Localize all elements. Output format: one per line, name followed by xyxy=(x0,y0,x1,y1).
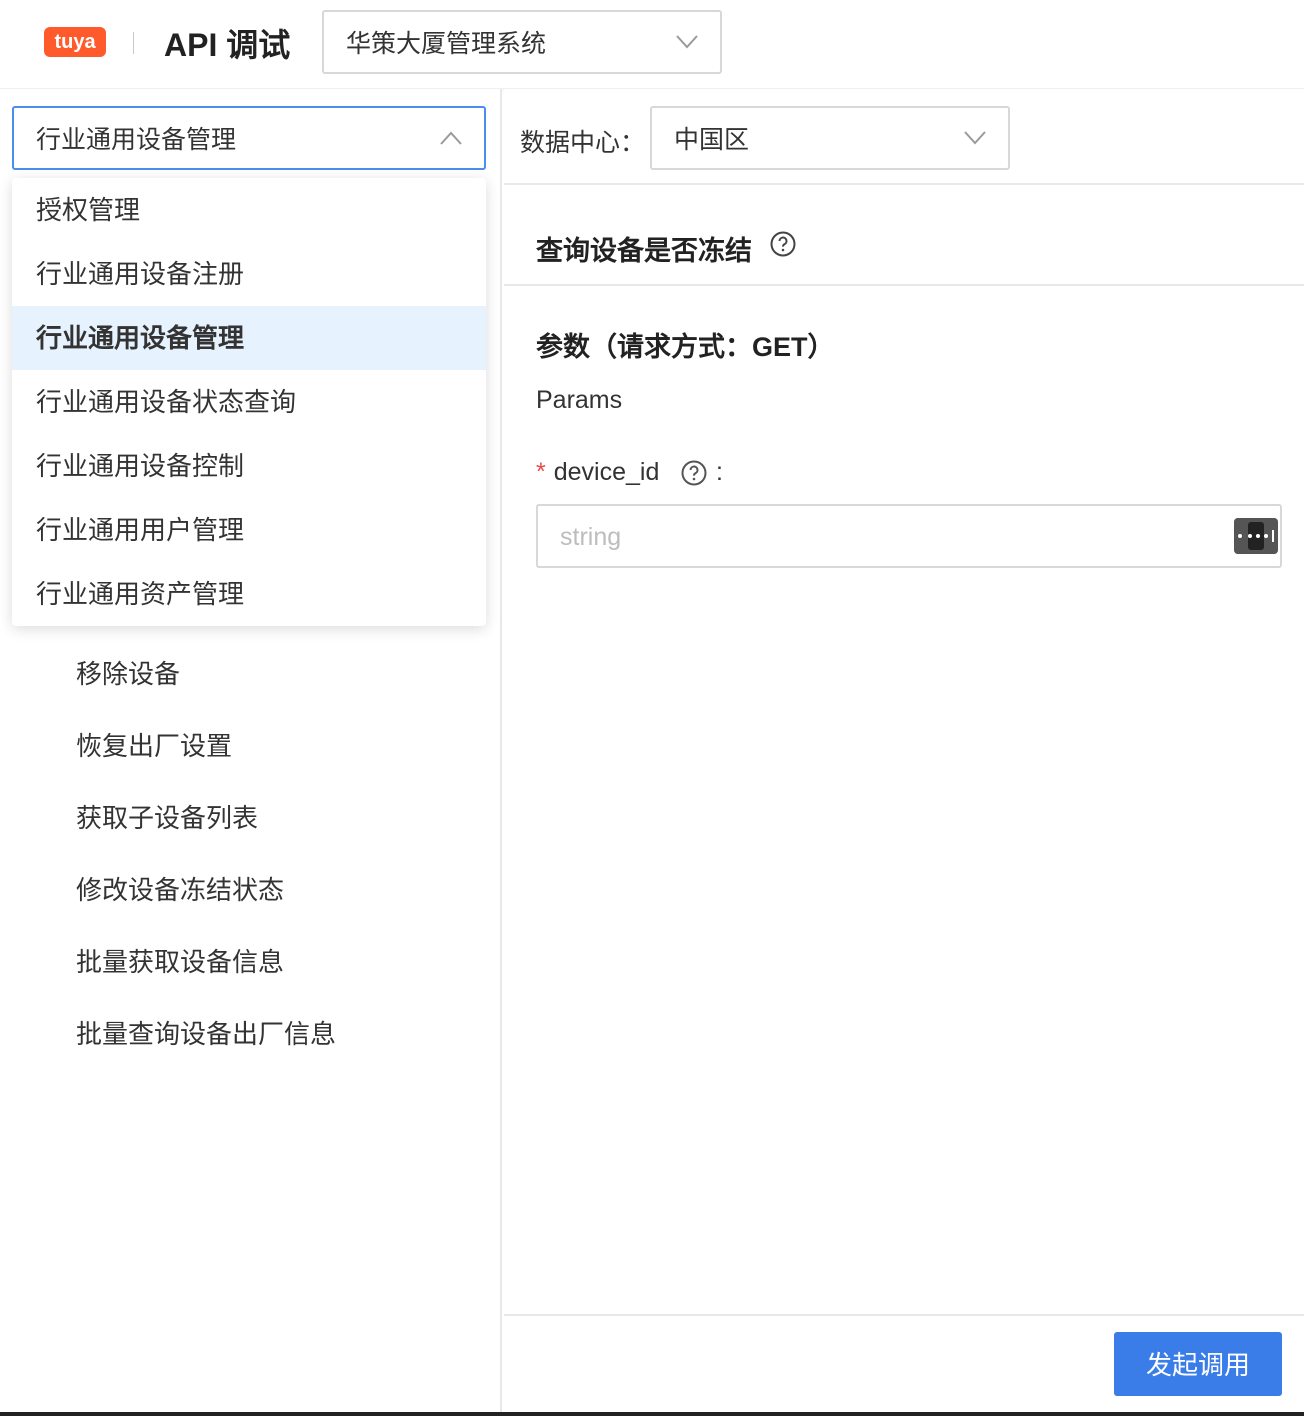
top-header: tuya API 调试 华策大厦管理系统 xyxy=(0,0,1304,89)
dropdown-option[interactable]: 行业通用资产管理 xyxy=(12,562,486,626)
page-title: API 调试 xyxy=(164,27,291,63)
dropdown-option-selected[interactable]: 行业通用设备管理 xyxy=(12,306,486,370)
tuya-logo[interactable]: tuya xyxy=(44,27,106,57)
main-panel: 数据中心： 中国区 查询设备是否冻结 参数（请求方式：GET） Params *… xyxy=(504,89,1304,1416)
field-name: device_id xyxy=(553,458,660,486)
header-divider xyxy=(133,32,134,54)
dropdown-option[interactable]: 行业通用设备状态查询 xyxy=(12,370,486,434)
project-select-value: 华策大厦管理系统 xyxy=(346,30,547,58)
data-center-bar: 数据中心： 中国区 xyxy=(504,89,1304,185)
data-center-label: 数据中心： xyxy=(520,129,646,157)
field-label-device-id: * device_id xyxy=(536,458,659,487)
dropdown-option[interactable]: 行业通用用户管理 xyxy=(12,498,486,562)
window-bottom-edge xyxy=(0,1412,1304,1416)
project-select[interactable]: 华策大厦管理系统 xyxy=(322,10,722,74)
api-list-item[interactable]: 修改设备冻结状态 xyxy=(76,870,284,907)
required-mark: * xyxy=(536,458,546,486)
help-circle-icon[interactable] xyxy=(770,231,796,257)
help-circle-icon[interactable] xyxy=(681,460,707,486)
device-id-input[interactable] xyxy=(538,506,1242,568)
api-list-item[interactable]: 获取子设备列表 xyxy=(76,798,258,835)
api-list-item[interactable]: 批量查询设备出厂信息 xyxy=(76,1014,336,1051)
footer-divider xyxy=(504,1314,1304,1316)
data-center-value: 中国区 xyxy=(674,126,750,154)
data-center-select[interactable]: 中国区 xyxy=(650,106,1010,170)
category-select-value: 行业通用设备管理 xyxy=(36,126,237,154)
api-list-item[interactable]: 恢复出厂设置 xyxy=(76,726,232,763)
invoke-api-button[interactable]: 发起调用 xyxy=(1114,1332,1282,1396)
api-title: 查询设备是否冻结 xyxy=(536,236,752,266)
api-list-item[interactable]: 移除设备 xyxy=(76,654,180,691)
dropdown-option[interactable]: 授权管理 xyxy=(12,178,486,242)
category-select[interactable]: 行业通用设备管理 xyxy=(12,106,486,170)
divider xyxy=(504,284,1304,286)
api-list-item[interactable]: 批量获取设备信息 xyxy=(76,942,284,979)
params-section-title: 参数（请求方式：GET） xyxy=(536,332,835,362)
password-key-icon[interactable] xyxy=(1234,518,1278,554)
device-id-field xyxy=(536,504,1282,568)
chevron-down-icon xyxy=(676,35,698,49)
dropdown-option[interactable]: 行业通用设备注册 xyxy=(12,242,486,306)
category-dropdown-menu: 授权管理 行业通用设备注册 行业通用设备管理 行业通用设备状态查询 行业通用设备… xyxy=(12,178,486,626)
params-subtitle: Params xyxy=(536,386,623,414)
dropdown-option[interactable]: 行业通用设备控制 xyxy=(12,434,486,498)
chevron-up-icon xyxy=(440,131,462,145)
field-colon: : xyxy=(716,458,723,486)
chevron-down-icon xyxy=(964,131,986,145)
